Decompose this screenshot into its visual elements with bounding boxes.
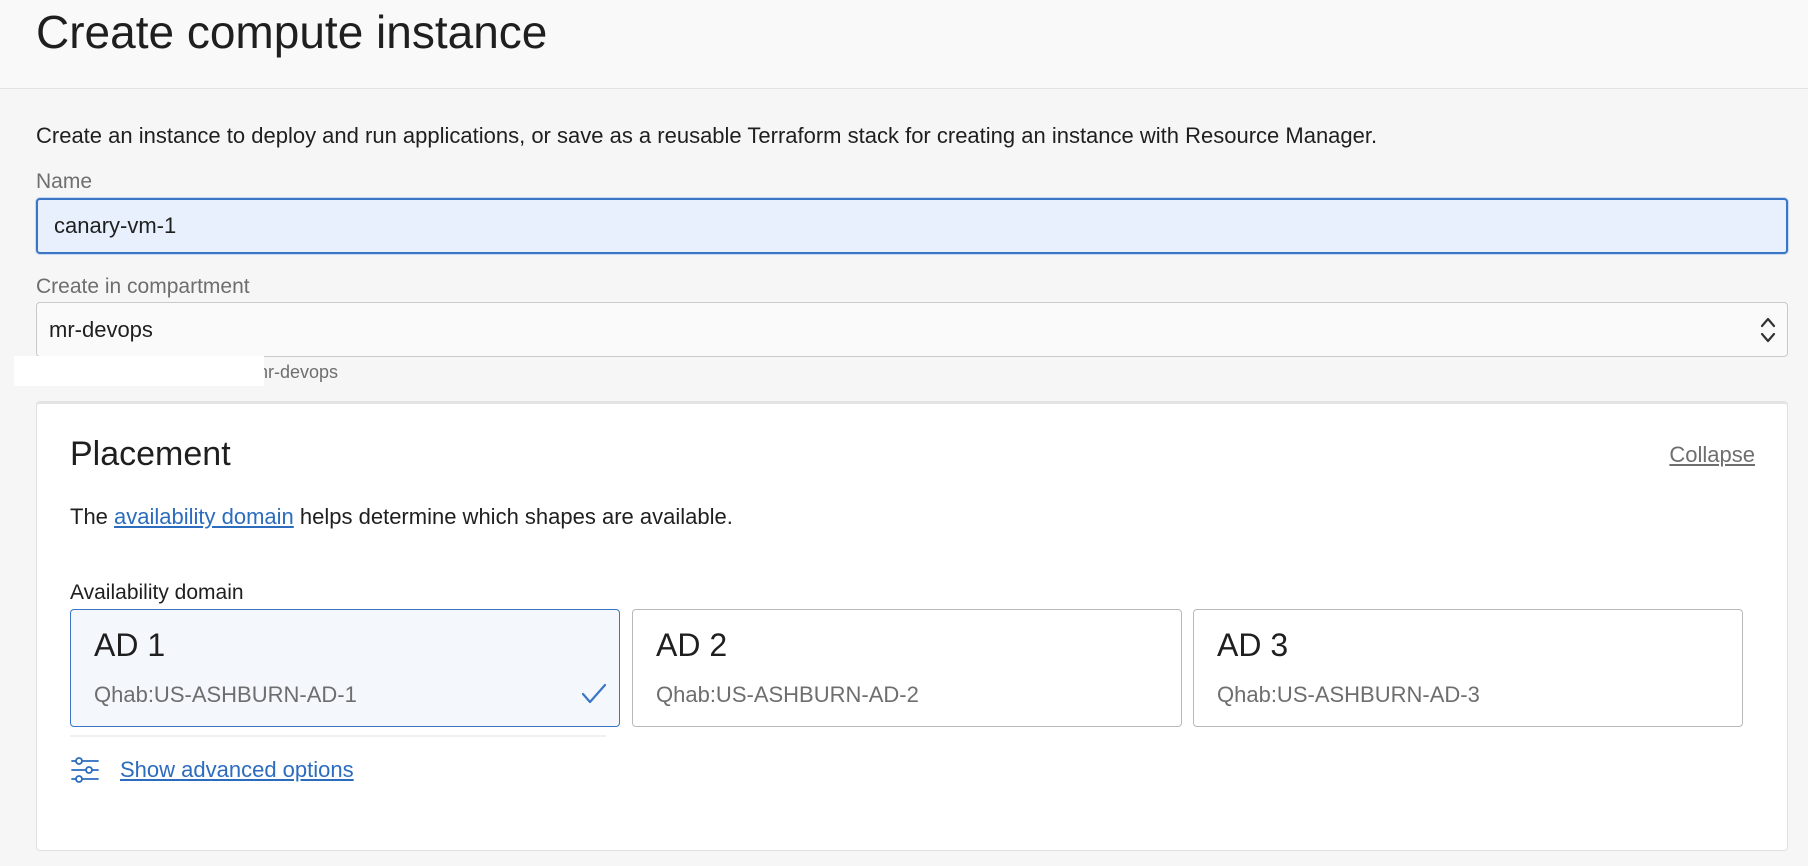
show-advanced-options-link[interactable]: Show advanced options [120, 757, 354, 783]
ad-option-title: AD 2 [656, 627, 728, 663]
compartment-select-value: mr-devops [49, 317, 153, 342]
ad-option-subtitle: Qhab:US-ASHBURN-AD-2 [656, 682, 919, 707]
compartment-select[interactable]: mr-devops [36, 302, 1788, 357]
placement-description: The availability domain helps determine … [70, 503, 733, 531]
placement-desc-prefix: The [70, 504, 115, 529]
ad-option-3[interactable]: AD 3 Qhab:US-ASHBURN-AD-3 [1193, 609, 1743, 727]
availability-domain-label: Availability domain [70, 581, 244, 604]
compartment-breadcrumb: nr-devops [258, 362, 339, 382]
placement-title: Placement [70, 435, 231, 473]
redaction-overlay [14, 356, 264, 386]
compartment-label: Create in compartment [36, 275, 250, 298]
ad-option-1[interactable]: AD 1 Qhab:US-ASHBURN-AD-1 [70, 609, 620, 727]
ad-option-2[interactable]: AD 2 Qhab:US-ASHBURN-AD-2 [632, 609, 1182, 727]
collapse-link[interactable]: Collapse [1669, 442, 1755, 468]
select-arrows-icon [1760, 317, 1776, 343]
page-header: Create compute instance [0, 0, 1808, 89]
ad-option-title: AD 1 [94, 627, 166, 663]
sliders-icon [71, 757, 99, 783]
availability-domain-link[interactable]: availability domain [114, 504, 294, 529]
placement-desc-suffix: helps determine which shapes are availab… [293, 504, 733, 529]
name-label: Name [36, 170, 93, 193]
intro-text: Create an instance to deploy and run app… [36, 123, 1378, 148]
selected-tile-shadow [70, 735, 606, 737]
page-title: Create compute instance [36, 6, 548, 58]
ad-option-subtitle: Qhab:US-ASHBURN-AD-1 [94, 682, 357, 707]
ad-option-subtitle: Qhab:US-ASHBURN-AD-3 [1217, 682, 1480, 707]
name-input[interactable] [36, 198, 1788, 254]
ad-option-title: AD 3 [1217, 627, 1289, 663]
page: Create compute instance Create an instan… [0, 0, 1808, 866]
placement-card: Placement Collapse The availability doma… [36, 401, 1788, 851]
checkmark-icon [581, 683, 607, 704]
